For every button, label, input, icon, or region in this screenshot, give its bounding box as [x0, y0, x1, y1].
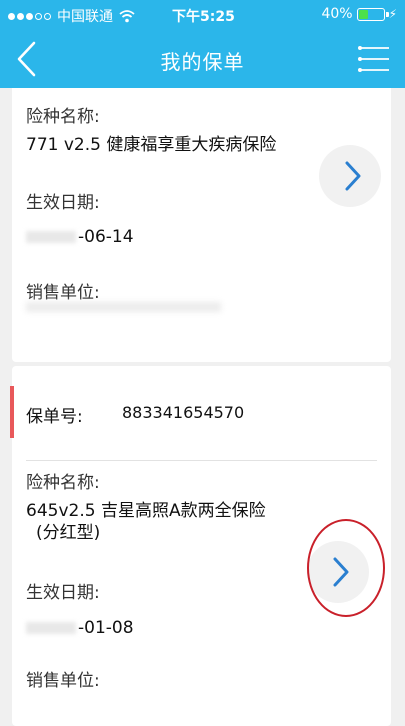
policy-number-marker	[10, 386, 14, 438]
policy-number-value: 883341654570	[122, 403, 245, 422]
policy-type-label: 险种名称:	[26, 107, 100, 127]
menu-list-icon	[358, 46, 389, 72]
effective-date-value: -06-14	[26, 227, 134, 247]
policy-detail-button[interactable]	[319, 145, 381, 207]
page-title: 我的保单	[160, 50, 245, 74]
battery-percent: 40%	[321, 6, 353, 22]
menu-button[interactable]	[357, 43, 391, 75]
effective-date-value: -01-08	[26, 618, 134, 638]
redacted-sales-unit	[26, 302, 221, 312]
effective-date-label: 生效日期:	[26, 583, 100, 603]
signal-strength-icon	[8, 12, 51, 20]
battery-icon	[356, 7, 389, 21]
effective-date-text: -01-08	[78, 618, 134, 638]
policy-type-label: 险种名称:	[26, 473, 100, 493]
status-right: 40% ⚡	[321, 6, 397, 22]
policy-type-value: 771 v2.5 健康福享重大疾病保险	[26, 135, 277, 155]
policy-number-label: 保单号:	[26, 407, 83, 427]
chevron-right-icon	[333, 557, 349, 587]
policy-type-value-cont: (分红型)	[36, 523, 101, 543]
wifi-icon	[119, 10, 135, 23]
policy-detail-button[interactable]	[307, 541, 369, 603]
effective-date-text: -06-14	[78, 227, 134, 247]
sales-unit-label: 销售单位:	[26, 283, 100, 303]
carrier-name: 中国联通	[57, 9, 113, 25]
nav-bar: 我的保单	[0, 30, 405, 88]
redacted-year	[26, 622, 76, 634]
effective-date-label: 生效日期:	[26, 193, 100, 213]
sales-unit-label: 销售单位:	[26, 671, 100, 691]
status-left: 中国联通	[8, 6, 135, 26]
chevron-right-icon	[345, 161, 361, 191]
charging-icon: ⚡	[388, 7, 397, 21]
divider	[26, 460, 377, 461]
policy-card[interactable]: 险种名称: 771 v2.5 健康福享重大疾病保险 生效日期: -06-14 销…	[12, 88, 391, 362]
redacted-year	[26, 231, 76, 243]
status-time: 下午5:25	[172, 9, 235, 25]
battery-fill	[358, 9, 368, 19]
policy-card[interactable]: 保单号: 883341654570 险种名称: 645v2.5 吉星高照A款两全…	[10, 366, 391, 726]
status-bar: 中国联通 下午5:25 40% ⚡	[0, 0, 405, 30]
